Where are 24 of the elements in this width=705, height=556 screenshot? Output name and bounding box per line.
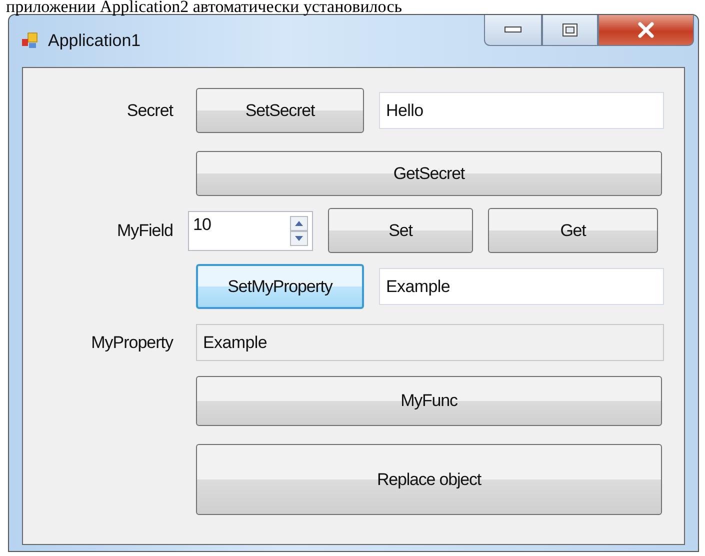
maximize-icon (562, 23, 578, 37)
set-button[interactable]: Set (328, 208, 473, 253)
minimize-button[interactable] (484, 15, 542, 46)
window-title: Application1 (48, 31, 141, 51)
close-icon (637, 22, 655, 38)
secret-field[interactable]: Hello (379, 92, 664, 129)
document-text: приложении Application2 автоматически установилось (5, 0, 404, 14)
property-value-field[interactable]: Example (196, 324, 664, 361)
property-field[interactable]: Example (379, 268, 664, 305)
get-button[interactable]: Get (488, 208, 658, 253)
spinner-arrows-icon[interactable] (290, 216, 308, 246)
set-secret-button[interactable]: SetSecret (196, 88, 364, 133)
minimize-icon (504, 26, 522, 34)
replace-object-button[interactable]: Replace object (196, 444, 662, 515)
field-label: MyProperty (90, 332, 173, 352)
app-icon (21, 32, 39, 50)
number-field[interactable]: 10 (188, 210, 313, 250)
maximize-button[interactable] (542, 15, 598, 46)
set-property-button[interactable]: SetMyProperty (196, 264, 364, 309)
field-label: Secret (126, 100, 173, 120)
field-label: MyField (116, 220, 173, 240)
my-func-button[interactable]: MyFunc (196, 376, 662, 426)
close-button[interactable] (598, 15, 694, 46)
get-secret-button[interactable]: GetSecret (196, 151, 662, 196)
